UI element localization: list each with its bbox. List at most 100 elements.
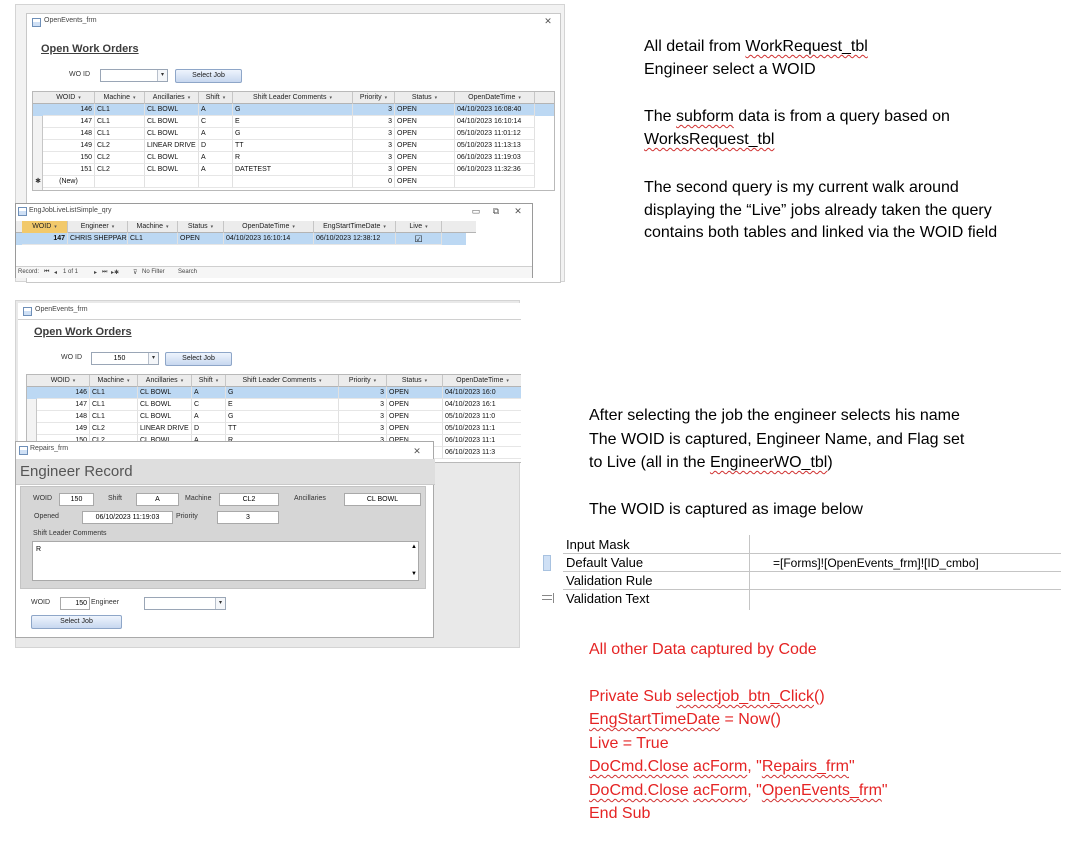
cell-ancillaries[interactable]: CL BOWL bbox=[145, 104, 199, 116]
chevron-down-icon[interactable]: ▾ bbox=[374, 378, 377, 384]
table-row[interactable]: 148 CL1 CL BOWL A G 3 OPEN 05/10/2023 11:0 bbox=[27, 411, 521, 423]
cell-status[interactable]: OPEN bbox=[387, 411, 443, 423]
table-row[interactable]: 151CL2CL BOWLADATETEST3OPEN06/10/2023 11… bbox=[33, 164, 554, 176]
cell-machine[interactable]: CL1 bbox=[95, 128, 145, 140]
cell-open-datetime[interactable]: 04/10/2023 16:1 bbox=[443, 399, 521, 411]
woid-field[interactable]: 150 bbox=[60, 597, 90, 610]
cell-status[interactable]: OPEN bbox=[395, 128, 455, 140]
cell-machine[interactable]: CL1 bbox=[95, 104, 145, 116]
table-row[interactable]: 149 CL2 LINEAR DRIVE D TT 3 OPEN 05/10/2023 11:… bbox=[33, 140, 554, 152]
last-record-icon[interactable]: ⏭ bbox=[102, 269, 107, 276]
chevron-down-icon[interactable]: ▾ bbox=[188, 95, 191, 101]
cell-eng-start-time[interactable]: 06/10/2023 12:38:12 bbox=[314, 233, 396, 245]
close-icon[interactable]: ✕ bbox=[512, 206, 524, 217]
cell-open-datetime[interactable] bbox=[455, 176, 535, 188]
cell-status[interactable]: OPEN bbox=[395, 176, 455, 188]
record-position[interactable]: 1 of 1 bbox=[63, 269, 78, 275]
chevron-down-icon[interactable]: ▾ bbox=[435, 95, 438, 101]
chevron-down-icon[interactable]: ▾ bbox=[383, 224, 386, 230]
select-job-button[interactable]: Select Job bbox=[175, 69, 242, 83]
chevron-down-icon[interactable]: ▾ bbox=[54, 224, 57, 230]
chevron-down-icon[interactable]: ▾ bbox=[148, 353, 158, 364]
cell-comments[interactable]: G bbox=[233, 128, 353, 140]
cell-open-datetime[interactable]: 04/10/2023 16:10:14 bbox=[455, 116, 535, 128]
chevron-down-icon[interactable]: ▾ bbox=[73, 378, 76, 384]
chevron-down-icon[interactable]: ▾ bbox=[216, 378, 219, 384]
cell-machine[interactable]: CL1 bbox=[90, 399, 138, 411]
cell-comments[interactable]: E bbox=[226, 399, 339, 411]
chevron-down-icon[interactable]: ▾ bbox=[506, 378, 509, 384]
machine-field[interactable]: CL2 bbox=[219, 493, 279, 506]
chevron-down-icon[interactable]: ▾ bbox=[518, 95, 521, 101]
cell-ancillaries[interactable]: CL BOWL bbox=[145, 152, 199, 164]
cell-open-datetime[interactable]: 05/10/2023 11:13:13 bbox=[455, 140, 535, 152]
column-header-machine[interactable]: Machine ▾ bbox=[90, 375, 138, 387]
chevron-down-icon[interactable]: ▾ bbox=[211, 224, 214, 230]
cell-shift[interactable]: A bbox=[192, 387, 226, 399]
cell-comments[interactable]: E bbox=[233, 116, 353, 128]
cell-ancillaries[interactable]: LINEAR DRIVE bbox=[145, 140, 199, 152]
table-row[interactable]: 146 CL1 CL BOWL A G 3 OPEN 04/10/2023 16:0 bbox=[27, 387, 521, 399]
property-row[interactable]: Input Mask bbox=[563, 536, 1061, 554]
shift-field[interactable]: A bbox=[136, 493, 179, 506]
table-row[interactable]: 150 CL2 CL BOWL A R 3 OPEN 06/10/2023 11:19:03 bbox=[33, 152, 554, 164]
column-header-ancillaries[interactable]: Ancillaries ▾ bbox=[145, 92, 199, 104]
table-row[interactable]: 147 CHRIS SHEPPAR CL1 OPEN 04/10/2023 16:10:… bbox=[16, 233, 466, 245]
cell-status[interactable]: OPEN bbox=[178, 233, 224, 245]
cell-open-datetime[interactable]: 05/10/2023 11:01:12 bbox=[455, 128, 535, 140]
column-header-status[interactable]: Status ▾ bbox=[178, 221, 224, 233]
cell-comments[interactable]: R bbox=[233, 152, 353, 164]
column-header-open-datetime[interactable]: OpenDateTime ▾ bbox=[443, 375, 521, 387]
cell-woid[interactable]: 149 bbox=[43, 140, 95, 152]
cell-woid[interactable]: 146 bbox=[43, 104, 95, 116]
cell-open-datetime[interactable]: 06/10/2023 11:32:36 bbox=[455, 164, 535, 176]
column-header-woid[interactable]: WOID ▾ bbox=[43, 92, 95, 104]
cell-machine[interactable]: CL2 bbox=[90, 423, 138, 435]
new-record-icon[interactable]: ▸✱ bbox=[111, 269, 119, 276]
restore-icon[interactable]: ⧉ bbox=[490, 206, 502, 217]
first-record-icon[interactable]: ⏮ bbox=[44, 269, 49, 276]
comments-field[interactable]: R ▲ ▼ bbox=[32, 541, 419, 581]
cell-woid[interactable]: 146 bbox=[37, 387, 90, 399]
cell-comments[interactable]: G bbox=[226, 411, 339, 423]
cell-shift[interactable]: D bbox=[192, 423, 226, 435]
cell-comments[interactable]: TT bbox=[233, 140, 353, 152]
cell-priority[interactable]: 3 bbox=[339, 399, 387, 411]
property-row[interactable]: Validation Rule bbox=[563, 572, 1061, 590]
cell-priority[interactable]: 3 bbox=[353, 104, 395, 116]
chevron-down-icon[interactable]: ▾ bbox=[425, 224, 428, 230]
chevron-down-icon[interactable]: ▾ bbox=[112, 224, 115, 230]
property-row[interactable]: Validation Text bbox=[563, 590, 1061, 608]
chevron-down-icon[interactable]: ▾ bbox=[127, 378, 130, 384]
cell-open-datetime[interactable]: 06/10/2023 11:1 bbox=[443, 435, 521, 447]
select-job-button[interactable]: Select Job bbox=[165, 352, 232, 366]
cell-priority[interactable]: 3 bbox=[353, 128, 395, 140]
cell-open-datetime[interactable]: 05/10/2023 11:1 bbox=[443, 423, 521, 435]
cell-ancillaries[interactable]: CL BOWL bbox=[138, 387, 192, 399]
column-header-priority[interactable]: Priority ▾ bbox=[339, 375, 387, 387]
column-header-status[interactable]: Status ▾ bbox=[387, 375, 443, 387]
cell-open-datetime[interactable]: 06/10/2023 11:19:03 bbox=[455, 152, 535, 164]
property-row[interactable]: Default Value =[Forms]![OpenEvents_frm]!… bbox=[563, 554, 1061, 572]
previous-record-icon[interactable]: ◂ bbox=[54, 269, 57, 276]
column-header-open-datetime[interactable]: OpenDateTime ▾ bbox=[455, 92, 535, 104]
cell-shift[interactable]: C bbox=[199, 116, 233, 128]
cell-woid[interactable]: 148 bbox=[43, 128, 95, 140]
cell-woid[interactable]: 150 bbox=[43, 152, 95, 164]
cell-machine[interactable]: CL1 bbox=[95, 116, 145, 128]
table-row[interactable]: 147 CL1 CL BOWL C E 3 OPEN 04/10/2023 16:10:14 bbox=[33, 116, 554, 128]
cell-status[interactable]: OPEN bbox=[395, 116, 455, 128]
cell-status[interactable]: OPEN bbox=[395, 164, 455, 176]
cell-woid[interactable]: 151 bbox=[43, 164, 95, 176]
cell-woid[interactable]: 147 bbox=[43, 116, 95, 128]
chevron-down-icon[interactable]: ▾ bbox=[319, 378, 322, 384]
cell-comments[interactable]: TT bbox=[226, 423, 339, 435]
column-header-machine[interactable]: Machine ▾ bbox=[128, 221, 178, 233]
column-header-open-datetime[interactable]: OpenDateTime ▾ bbox=[224, 221, 314, 233]
cell-shift[interactable]: A bbox=[199, 128, 233, 140]
priority-field[interactable]: 3 bbox=[217, 511, 279, 524]
cell-open-datetime[interactable]: 04/10/2023 16:0 bbox=[443, 387, 521, 399]
cell-engineer[interactable]: CHRIS SHEPPAR bbox=[68, 233, 128, 245]
chevron-down-icon[interactable]: ▾ bbox=[330, 95, 333, 101]
search-box[interactable]: Search bbox=[178, 269, 197, 275]
